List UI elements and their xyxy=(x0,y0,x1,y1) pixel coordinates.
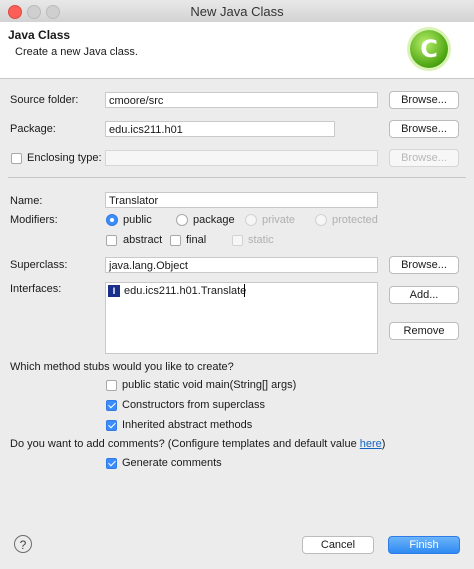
interfaces-add-button[interactable]: Add... xyxy=(389,286,459,304)
java-class-logo-icon: C xyxy=(410,30,448,68)
modifier-protected-radio[interactable] xyxy=(315,214,327,226)
modifier-public-radio[interactable] xyxy=(106,214,118,226)
help-icon[interactable]: ? xyxy=(14,535,32,553)
package-input[interactable]: edu.ics211.h01 xyxy=(105,121,335,137)
modifier-static-label: static xyxy=(248,234,274,246)
constructors-checkbox[interactable] xyxy=(106,400,117,411)
inherited-methods-checkbox[interactable] xyxy=(106,420,117,431)
method-stubs-question: Which method stubs would you like to cre… xyxy=(10,361,234,373)
source-folder-input[interactable]: cmoore/src xyxy=(105,92,378,108)
enclosing-type-checkbox[interactable] xyxy=(11,153,22,164)
enclosing-type-label: Enclosing type: xyxy=(27,152,102,164)
modifiers-label: Modifiers: xyxy=(10,214,58,226)
comments-question: Do you want to add comments? (Configure … xyxy=(10,438,385,450)
constructors-label: Constructors from superclass xyxy=(122,399,266,411)
window-title: New Java Class xyxy=(190,4,284,19)
modifier-final-checkbox[interactable] xyxy=(170,235,181,246)
configure-templates-link[interactable]: here xyxy=(360,438,382,450)
superclass-browse-button[interactable]: Browse... xyxy=(389,256,459,274)
source-folder-label: Source folder: xyxy=(10,94,79,106)
superclass-label: Superclass: xyxy=(10,259,68,271)
interface-icon: I xyxy=(108,285,120,297)
interfaces-label: Interfaces: xyxy=(10,283,62,295)
modifier-public-label: public xyxy=(123,214,152,226)
superclass-input[interactable]: java.lang.Object xyxy=(105,257,378,273)
modifier-package-label: package xyxy=(193,214,235,226)
comments-question-end: ) xyxy=(381,438,386,450)
generate-comments-label: Generate comments xyxy=(122,457,222,469)
modifier-protected-label: protected xyxy=(332,214,378,226)
enclosing-type-browse-button[interactable]: Browse... xyxy=(389,149,459,167)
generate-comments-checkbox[interactable] xyxy=(106,458,117,469)
modifier-package-radio[interactable] xyxy=(176,214,188,226)
main-method-checkbox[interactable] xyxy=(106,380,117,391)
interfaces-remove-button[interactable]: Remove xyxy=(389,322,459,340)
inherited-methods-label: Inherited abstract methods xyxy=(122,419,253,431)
class-name-input[interactable]: Translator xyxy=(105,192,378,208)
enclosing-type-input[interactable] xyxy=(105,150,378,166)
interface-list-item[interactable]: edu.ics211.h01.Translate xyxy=(124,285,246,297)
comments-question-text: Do you want to add comments? (Configure … xyxy=(10,438,360,450)
text-cursor xyxy=(244,284,245,297)
package-browse-button[interactable]: Browse... xyxy=(389,120,459,138)
modifier-static-checkbox[interactable] xyxy=(232,235,243,246)
cancel-button[interactable]: Cancel xyxy=(302,536,374,554)
modifier-final-label: final xyxy=(186,234,207,246)
modifier-abstract-label: abstract xyxy=(123,234,163,246)
header-description: Create a new Java class. xyxy=(15,46,138,58)
separator xyxy=(8,177,466,178)
modifier-private-label: private xyxy=(262,214,296,226)
package-label: Package: xyxy=(10,123,56,135)
modifier-abstract-checkbox[interactable] xyxy=(106,235,117,246)
source-folder-browse-button[interactable]: Browse... xyxy=(389,91,459,109)
finish-button[interactable]: Finish xyxy=(388,536,460,554)
modifier-private-radio[interactable] xyxy=(245,214,257,226)
header-title: Java Class xyxy=(8,28,71,42)
main-method-label: public static void main(String[] args) xyxy=(122,379,297,391)
name-label: Name: xyxy=(10,195,43,207)
